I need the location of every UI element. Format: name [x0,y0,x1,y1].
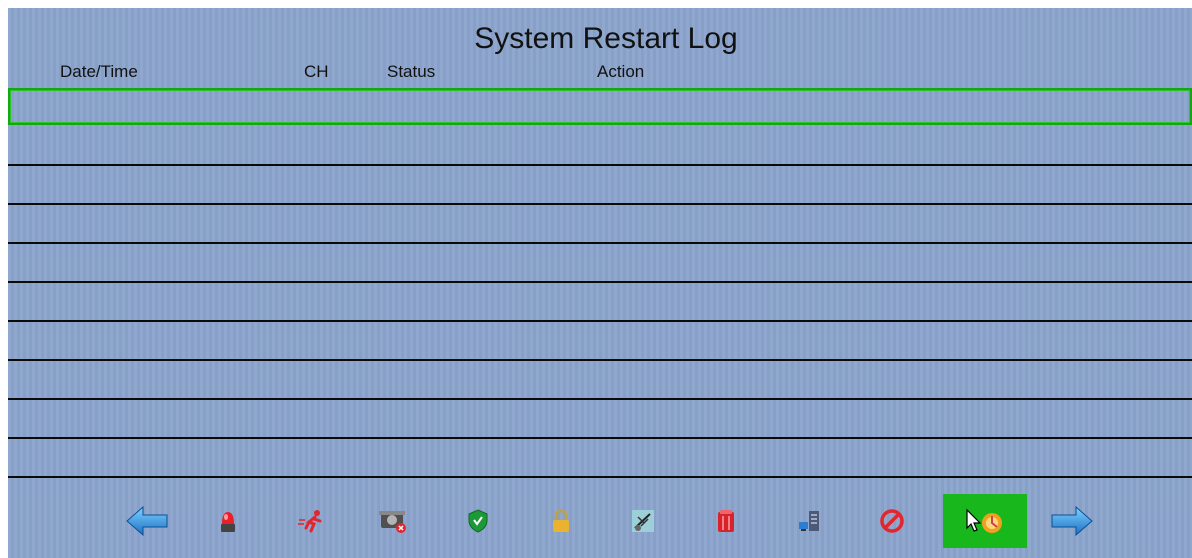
table-row[interactable] [8,88,1192,125]
table-row[interactable] [8,283,1192,322]
table-row[interactable] [8,322,1192,361]
column-header-status: Status [387,62,436,81]
lock-icon [553,509,569,532]
arrow-right-icon [1051,505,1093,537]
illegal-access-log-button[interactable] [865,494,919,548]
camera-error-icon [379,511,406,533]
column-header-datetime: Date/Time [60,62,138,81]
network-log-button[interactable] [782,494,836,548]
column-header-action: Action [597,62,645,81]
page-title: System Restart Log [474,22,738,55]
camera-error-log-button[interactable] [366,494,420,548]
table-row[interactable] [8,400,1192,439]
security-log-button[interactable] [451,494,505,548]
motion-log-button[interactable] [284,494,338,548]
column-header-ch: CH [304,62,329,81]
system-restart-log-button[interactable] [943,494,1027,548]
shield-check-icon [468,509,488,533]
table-row[interactable] [8,205,1192,244]
table-row[interactable] [8,127,1192,166]
table-row[interactable] [8,244,1192,283]
next-page-button[interactable] [1045,494,1099,548]
hdd-icon [718,510,734,532]
network-icon [799,511,819,531]
motion-run-icon [298,510,322,533]
system-restart-log-screen: System Restart Log Date/Time CH Status A… [8,8,1192,558]
lock-log-button[interactable] [534,494,588,548]
table-row[interactable] [8,439,1192,478]
video-loss-icon [632,510,654,532]
log-table [8,88,1192,478]
prohibited-icon [880,509,904,533]
table-row[interactable] [8,361,1192,400]
bottom-toolbar [8,494,1192,550]
alarm-log-button[interactable] [201,494,255,548]
hdd-log-button[interactable] [699,494,753,548]
arrow-left-icon [126,505,168,537]
video-loss-log-button[interactable] [616,494,670,548]
prev-page-button[interactable] [120,494,174,548]
system-restart-icon [966,508,1002,533]
table-row[interactable] [8,166,1192,205]
alarm-light-icon [221,512,235,532]
